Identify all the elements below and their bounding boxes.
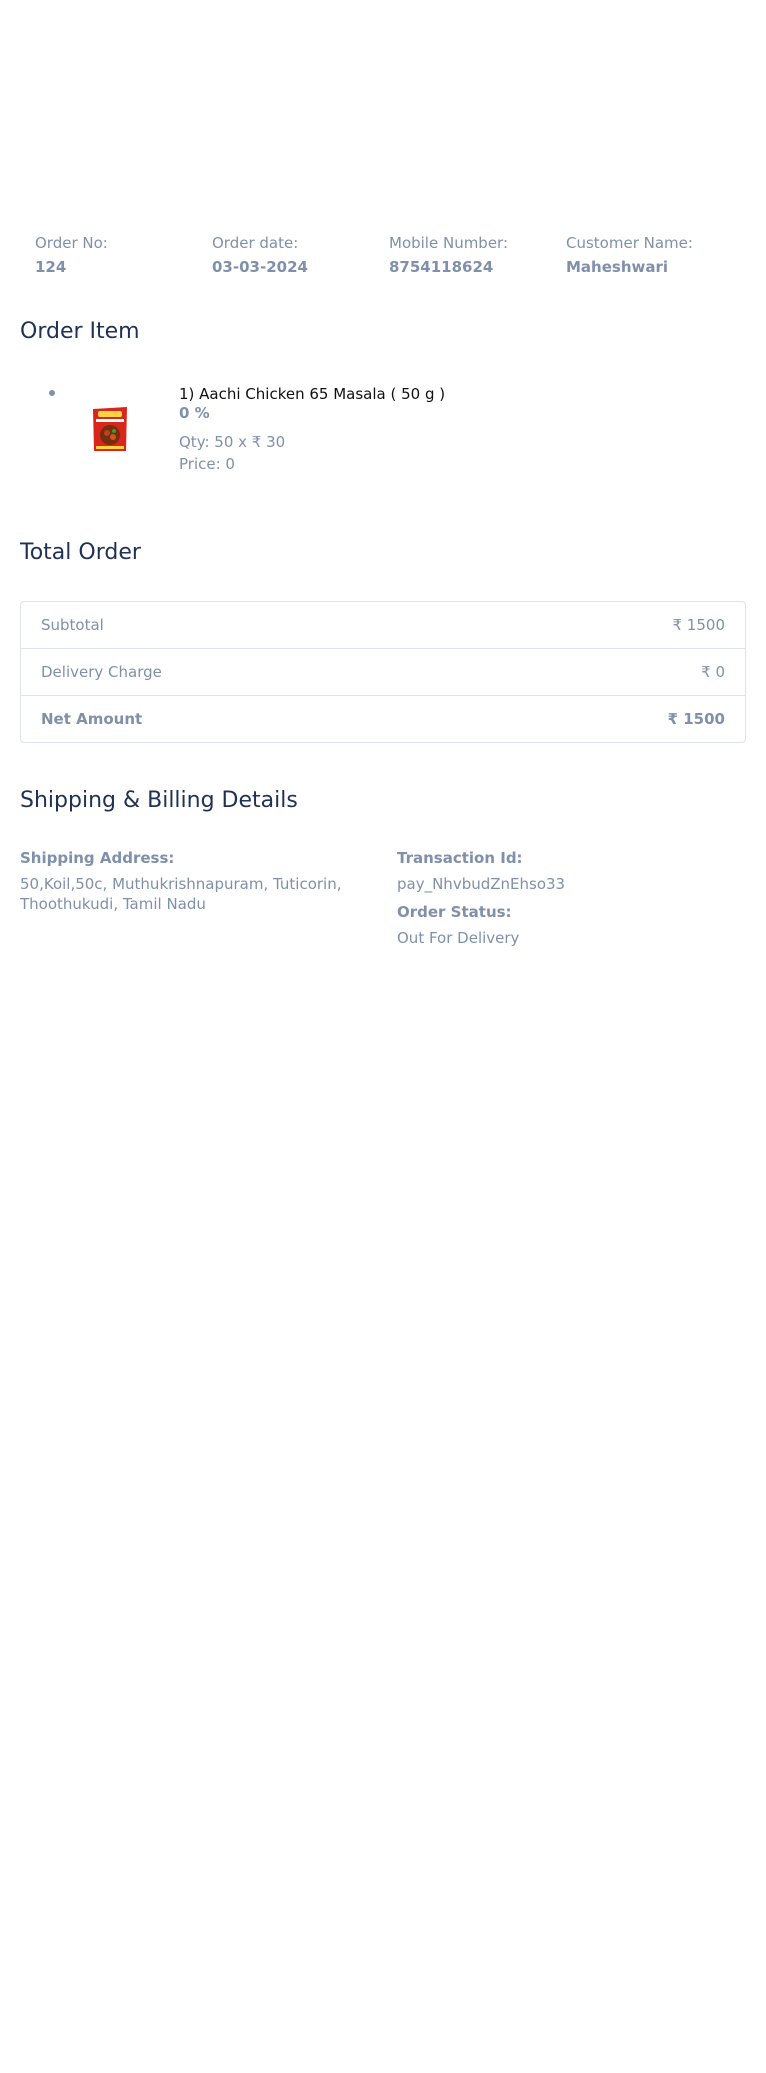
- order-no-value: 124: [35, 258, 67, 276]
- total-order-title: Total Order: [20, 540, 141, 565]
- customer-block: Customer Name: Maheshwari: [566, 233, 743, 277]
- mobile-label: Mobile Number:: [389, 234, 509, 252]
- transaction-id: pay_NhvbudZnEhso33: [397, 875, 566, 893]
- item-discount: 0 %: [179, 404, 210, 422]
- transaction-block: Transaction Id: pay_NhvbudZnEhso33 Order…: [397, 848, 737, 948]
- item-qty: Qty: 50 x ₹ 30: [179, 433, 286, 451]
- subtotal-row: Subtotal ₹ 1500: [21, 602, 745, 649]
- customer-label: Customer Name:: [566, 234, 693, 252]
- subtotal-label: Subtotal: [41, 616, 104, 634]
- order-item: 1) Aachi Chicken 65 Masala ( 50 g ) 0 % …: [20, 380, 746, 480]
- net-amount-label: Net Amount: [41, 710, 143, 728]
- mobile-block: Mobile Number: 8754118624: [389, 233, 566, 277]
- shipping-address: 50,Koil,50c, Muthukrishnapuram, Tuticori…: [20, 875, 342, 913]
- order-date-label: Order date:: [212, 234, 299, 252]
- shipping-title: Shipping & Billing Details: [20, 788, 298, 813]
- order-no-block: Order No: 124: [35, 233, 212, 277]
- delivery-charge-value: ₹ 0: [701, 663, 725, 681]
- order-date-value: 03-03-2024: [212, 258, 308, 276]
- delivery-charge-row: Delivery Charge ₹ 0: [21, 649, 745, 696]
- item-name: 1) Aachi Chicken 65 Masala ( 50 g ): [179, 385, 446, 403]
- mobile-value: 8754118624: [389, 258, 494, 276]
- shipping-address-label: Shipping Address:: [20, 849, 175, 867]
- customer-value: Maheshwari: [566, 258, 669, 276]
- totals-table: Subtotal ₹ 1500 Delivery Charge ₹ 0 Net …: [20, 601, 746, 743]
- item-price: Price: 0: [179, 455, 235, 473]
- delivery-charge-label: Delivery Charge: [41, 663, 162, 681]
- net-amount-value: ₹ 1500: [667, 710, 725, 728]
- list-bullet-icon: [49, 390, 55, 396]
- order-details-page: Order No: 124 Order date: 03-03-2024 Mob…: [0, 0, 766, 2073]
- net-amount-row: Net Amount ₹ 1500: [21, 696, 745, 742]
- transaction-id-label: Transaction Id:: [397, 849, 523, 867]
- order-status: Out For Delivery: [397, 929, 520, 947]
- shipping-address-block: Shipping Address: 50,Koil,50c, Muthukris…: [20, 848, 350, 914]
- order-status-label: Order Status:: [397, 903, 512, 921]
- subtotal-value: ₹ 1500: [672, 616, 726, 634]
- order-meta: Order No: 124 Order date: 03-03-2024 Mob…: [35, 233, 745, 277]
- order-date-block: Order date: 03-03-2024: [212, 233, 389, 277]
- product-package-icon: [93, 407, 127, 451]
- order-item-title: Order Item: [20, 319, 140, 344]
- order-no-label: Order No:: [35, 234, 108, 252]
